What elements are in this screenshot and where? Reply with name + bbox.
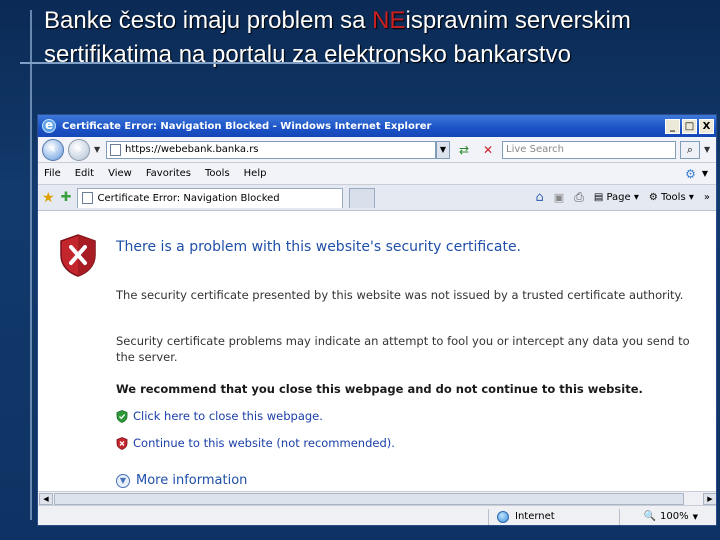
page-icon xyxy=(110,143,121,156)
globe-icon xyxy=(497,510,509,523)
decorative-rule-vertical xyxy=(30,10,32,520)
red-shield-icon xyxy=(116,436,128,450)
search-options-icon[interactable]: ▼ xyxy=(704,145,712,154)
address-value: https://webebank.banka.rs xyxy=(125,144,259,155)
minimize-button[interactable]: _ xyxy=(665,118,680,134)
more-information-toggle[interactable]: ▼ More information xyxy=(116,473,247,488)
maximize-button[interactable]: □ xyxy=(682,118,697,134)
page-menu-label: Page xyxy=(606,192,631,203)
horizontal-scrollbar[interactable]: ◀ ▶ xyxy=(38,491,716,505)
zone-label: Internet xyxy=(515,511,555,522)
shield-error-icon xyxy=(60,234,96,277)
tools-menu-label: Tools xyxy=(661,192,686,203)
address-input[interactable]: https://webebank.banka.rs xyxy=(106,140,436,159)
menu-help[interactable]: Help xyxy=(244,168,267,179)
search-icon[interactable]: ⌕ xyxy=(680,140,700,159)
feeds-rss-icon[interactable]: ▣ xyxy=(554,191,564,204)
error-heading: There is a problem with this website's s… xyxy=(116,239,522,255)
error-paragraph-authority: The security certificate presented by th… xyxy=(116,288,684,302)
status-bar: Internet 🔍 100% ▼ xyxy=(38,505,716,525)
tab-title: Certificate Error: Navigation Blocked xyxy=(97,192,280,204)
slide-title-highlight: NE xyxy=(372,7,406,34)
tab-certificate-error[interactable]: Certificate Error: Navigation Blocked xyxy=(77,187,344,208)
expand-chevron-icon: ▼ xyxy=(116,473,130,488)
page-content: There is a problem with this website's s… xyxy=(38,211,716,491)
window-title: Certificate Error: Navigation Blocked - … xyxy=(62,120,432,132)
scrollbar-thumb[interactable] xyxy=(54,493,684,505)
new-tab-button[interactable] xyxy=(349,187,376,208)
add-favorite-icon[interactable]: ✚ xyxy=(61,190,72,205)
menu-bar-right: ⚙ ▼ xyxy=(685,167,716,181)
menu-edit[interactable]: Edit xyxy=(75,168,94,179)
favorites-star-icon[interactable]: ★ xyxy=(42,190,55,206)
close-page-link-text: Click here to close this webpage. xyxy=(133,409,323,423)
security-zone: Internet xyxy=(489,510,619,523)
zoom-level: 100% xyxy=(660,511,689,522)
forward-button[interactable]: › xyxy=(68,138,90,161)
menu-bar: File Edit View Favorites Tools Help ⚙ ▼ xyxy=(38,163,716,185)
command-bar: ⌂ ▣ ⎙ ▤ Page ▾ ⚙ Tools ▾ » xyxy=(536,190,716,205)
decorative-rule-horizontal xyxy=(20,62,400,64)
recommendation-text: We recommend that you close this webpage… xyxy=(116,382,643,396)
print-icon[interactable]: ⎙ xyxy=(574,190,584,205)
green-shield-icon xyxy=(116,409,128,423)
search-placeholder: Live Search xyxy=(506,144,564,155)
zoom-control[interactable]: 🔍 100% ▼ xyxy=(643,511,716,522)
tools-menu-button[interactable]: ⚙ Tools ▾ xyxy=(649,192,694,203)
internet-explorer-icon xyxy=(42,118,56,133)
feeds-dropdown-icon[interactable]: ▼ xyxy=(702,169,708,178)
menu-tools[interactable]: Tools xyxy=(205,168,230,179)
close-page-link[interactable]: Click here to close this webpage. xyxy=(116,409,323,423)
continue-link-text: Continue to this website (not recommende… xyxy=(133,436,395,450)
page-menu-button[interactable]: ▤ Page ▾ xyxy=(594,192,639,203)
address-toolbar: ‹ › ▼ https://webebank.banka.rs ▼ ⇄ ✕ Li… xyxy=(38,137,716,163)
more-information-label: More information xyxy=(136,473,248,488)
zoom-icon: 🔍 xyxy=(643,511,657,522)
home-icon[interactable]: ⌂ xyxy=(536,190,544,205)
scroll-right-icon[interactable]: ▶ xyxy=(703,493,716,505)
feeds-icon[interactable]: ⚙ xyxy=(685,167,696,181)
tab-bar: ★ ✚ Certificate Error: Navigation Blocke… xyxy=(38,185,716,211)
window-controls: _ □ X xyxy=(665,118,716,134)
search-input[interactable]: Live Search xyxy=(502,140,676,159)
title-bar[interactable]: Certificate Error: Navigation Blocked - … xyxy=(38,115,716,137)
menu-favorites[interactable]: Favorites xyxy=(146,168,191,179)
refresh-icon[interactable]: ⇄ xyxy=(454,141,474,159)
error-paragraph-fraud: Security certificate problems may indica… xyxy=(116,334,690,364)
back-button[interactable]: ‹ xyxy=(42,138,64,161)
tab-page-icon xyxy=(82,192,94,204)
stop-icon[interactable]: ✕ xyxy=(478,141,498,159)
address-dropdown-button[interactable]: ▼ xyxy=(436,140,450,159)
menu-file[interactable]: File xyxy=(44,168,61,179)
close-button[interactable]: X xyxy=(699,118,714,134)
command-overflow-button[interactable]: » xyxy=(704,192,710,203)
history-dropdown-icon[interactable]: ▼ xyxy=(94,145,102,154)
menu-view[interactable]: View xyxy=(108,168,132,179)
scroll-left-icon[interactable]: ◀ xyxy=(39,493,53,505)
status-divider-2 xyxy=(619,508,620,525)
continue-link[interactable]: Continue to this website (not recommende… xyxy=(116,436,395,450)
zoom-dropdown-icon: ▼ xyxy=(692,512,698,521)
slide-title-part1: Banke često imaju problem sa xyxy=(44,7,373,34)
browser-window: Certificate Error: Navigation Blocked - … xyxy=(37,114,717,526)
